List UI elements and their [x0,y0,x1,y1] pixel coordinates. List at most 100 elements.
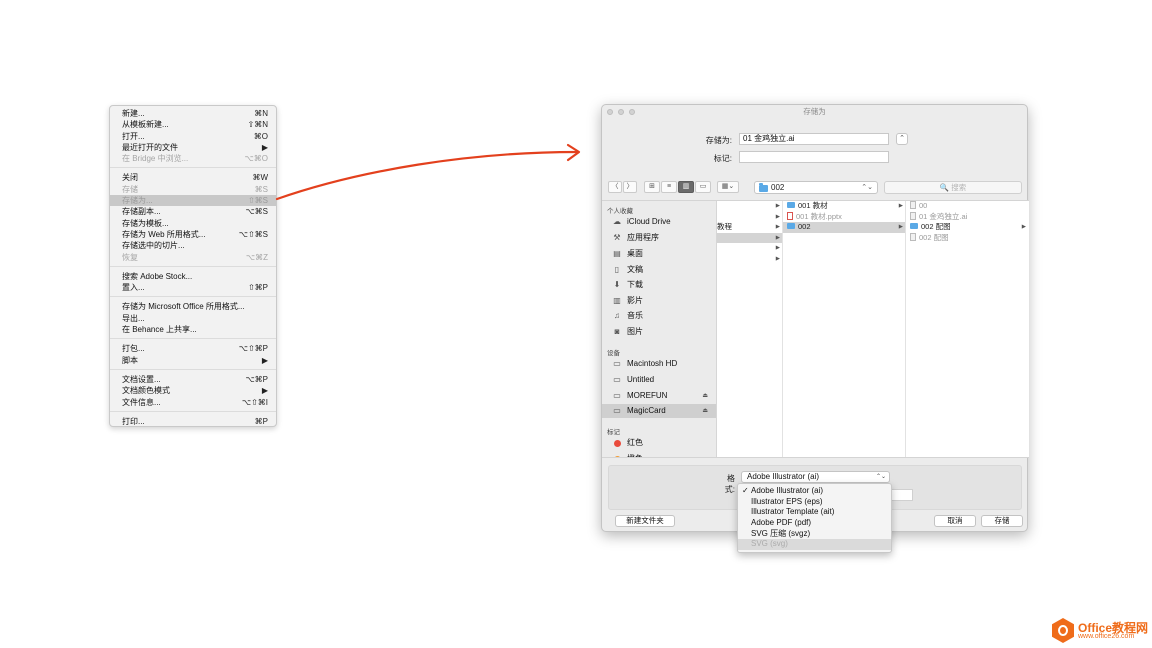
menu-item-export[interactable]: 导出... [110,313,276,324]
list-item[interactable]: 002 配图 ▶ [906,222,1028,233]
list-item[interactable]: 01 金鸡独立.ai [906,212,1028,223]
sidebar-item-untitled[interactable]: ▭ Untitled [602,373,716,387]
menu-item-place[interactable]: 置入... ⇧⌘P [110,282,276,293]
sidebar-item-macintosh-hd[interactable]: ▭ Macintosh HD [602,357,716,371]
sidebar-item-documents[interactable]: ▯ 文稿 [602,263,716,277]
format-option-ai[interactable]: ✓ Adobe Illustrator (ai) [738,486,891,497]
sidebar-item-tag-orange[interactable]: 橙色 [602,452,716,457]
document-icon [910,201,916,210]
tags-input[interactable] [739,151,889,163]
eject-icon[interactable]: ⏏ [702,389,708,403]
chevron-updown-icon: ⌃⌄ [875,474,886,480]
arrow-line [275,150,579,201]
list-item[interactable]: 002 ▶ [783,222,905,233]
menu-item-scripts[interactable]: 脚本 ▶ [110,355,276,366]
sidebar-item-movies[interactable]: ▥ 影片 [602,294,716,308]
forward-button[interactable]: 〉 [623,181,637,193]
menu-item-document-setup[interactable]: 文档设置... ⌥⌘P [110,374,276,385]
list-item[interactable]: 教程 ▶ [717,222,782,233]
menu-separator [110,368,276,370]
menu-shortcut: ⌥⌘O [244,154,268,164]
watermark-url: www.office26.com [1078,633,1135,640]
list-item[interactable]: ▶ [717,243,782,254]
sidebar-section-tags: 标记 [607,429,620,436]
menu-shortcut: ⇧⌘P [247,283,268,293]
list-item[interactable]: 001 教材 ▶ [783,201,905,212]
menu-item-file-info[interactable]: 文件信息... ⌥⇧⌘I [110,397,276,408]
new-folder-button[interactable]: 新建文件夹 [615,515,675,527]
menu-item-save-copy[interactable]: 存储副本... ⌥⌘S [110,206,276,217]
search-input[interactable]: 🔍 搜索 [884,181,1022,194]
list-item[interactable]: ▶ [717,254,782,265]
menu-shortcut: ⌘S [254,184,268,194]
format-option-svg[interactable]: SVG (svg) [738,539,891,551]
sidebar-item-morefun[interactable]: ▭ MOREFUN ⏏ [602,389,716,403]
save-as-input[interactable]: 01 金鸡独立.ai [739,133,889,145]
format-option-eps[interactable]: Illustrator EPS (eps) [738,497,891,508]
list-item[interactable]: ▶ [717,212,782,223]
menu-item-print[interactable]: 打印... ⌘P [110,416,276,427]
list-item[interactable]: 00 [906,201,1028,212]
menu-item-open-recent[interactable]: 最近打开的文件 ▶ [110,142,276,153]
disclosure-arrow-icon: ▶ [775,245,780,251]
chevron-updown-icon: ⌃⌄ [861,184,873,191]
path-popup[interactable]: 002 ⌃⌄ [754,181,878,194]
menu-item-save-for-web[interactable]: 存储为 Web 所用格式... ⌥⇧⌘S [110,229,276,240]
menu-item-close[interactable]: 关闭 ⌘W [110,172,276,183]
menu-item-open[interactable]: 打开... ⌘O [110,131,276,142]
drive-icon: ▭ [613,406,621,415]
menu-item-browse-in-bridge: 在 Bridge 中浏览... ⌥⌘O [122,154,268,164]
sidebar-item-pictures[interactable]: ◙ 图片 [602,325,716,339]
menu-item-document-color-mode[interactable]: 文档颜色模式 ▶ [110,385,276,396]
menu-item-package[interactable]: 打包... ⌥⇧⌘P [110,343,276,354]
red-tag-icon [614,440,621,447]
arrange-button[interactable]: ▦⌄ [717,181,739,193]
format-select[interactable]: Adobe Illustrator (ai) ⌃⌄ [741,471,890,483]
expand-dialog-button[interactable]: ⌃ [896,133,908,145]
format-option-ait[interactable]: Illustrator Template (ait) [738,507,891,518]
menu-item-save-as[interactable]: 存储为... ⇧⌘S [110,195,276,207]
sidebar-item-desktop[interactable]: ▤ 桌面 [602,247,716,261]
sidebar-item-magiccard[interactable]: ▭ MagicCard ⏏ [602,404,716,418]
disclosure-arrow-icon: ▶ [775,234,780,241]
orange-tag-icon [614,456,621,457]
sidebar-item-icloud-drive[interactable]: ☁ iCloud Drive [602,215,716,229]
menu-shortcut: ⌘P [254,416,268,426]
list-item[interactable]: 001 教材.pptx [783,212,905,223]
sidebar-item-downloads[interactable]: ⬇ 下载 [602,278,716,292]
menu-shortcut: ⌥⇧⌘P [238,344,268,354]
sidebar-item-tag-red[interactable]: 红色 [602,436,716,450]
cover-flow-button[interactable]: ▭ [695,181,711,193]
menu-shortcut: ⇧⌘N [247,120,268,130]
tags-label: 标记: [713,154,732,163]
submenu-arrow-icon: ▶ [261,142,268,152]
menu-item-search-adobe-stock[interactable]: 搜索 Adobe Stock... [110,271,276,282]
menu-item-share-behance[interactable]: 在 Behance 上共享... [110,324,276,335]
format-option-pdf[interactable]: Adobe PDF (pdf) [738,518,891,529]
list-view-button[interactable]: ≡ [661,181,677,193]
browser-column-2: 001 教材 ▶ 001 教材.pptx 002 ▶ [783,201,906,457]
eject-icon[interactable]: ⏏ [702,404,708,418]
menu-item-new-from-template[interactable]: 从模板新建... ⇧⌘N [110,119,276,130]
back-button[interactable]: 〈 [608,181,622,193]
cancel-button[interactable]: 取消 [934,515,976,527]
option-field[interactable] [890,489,913,501]
path-folder-name: 002 [771,183,785,192]
list-item[interactable]: ▶ [717,201,782,212]
column-view-button[interactable]: ▥ [678,181,694,193]
menu-item-save-as-template[interactable]: 存储为模板... [110,218,276,229]
format-label: 格式: [724,474,735,494]
menu-item-new[interactable]: 新建... ⌘N [110,108,276,119]
icon-view-button[interactable]: ⊞ [644,181,660,193]
menu-item-save-selected-slices[interactable]: 存储选中的切片... [110,240,276,251]
menu-item-save-for-office[interactable]: 存储为 Microsoft Office 所用格式... [110,301,276,312]
save-button[interactable]: 存储 [981,515,1023,527]
pptx-file-icon [787,211,793,220]
list-item[interactable]: ▶ [717,232,782,243]
format-option-svgz[interactable]: SVG 压缩 (svgz) [738,529,891,540]
sidebar-item-applications[interactable]: ⚒ 应用程序 [602,231,716,245]
applications-icon: ⚒ [613,233,621,242]
sidebar-item-music[interactable]: ♫ 音乐 [602,309,716,323]
menu-shortcut: ⌥⌘P [245,374,268,384]
list-item[interactable]: 002 配图 [906,233,1028,244]
